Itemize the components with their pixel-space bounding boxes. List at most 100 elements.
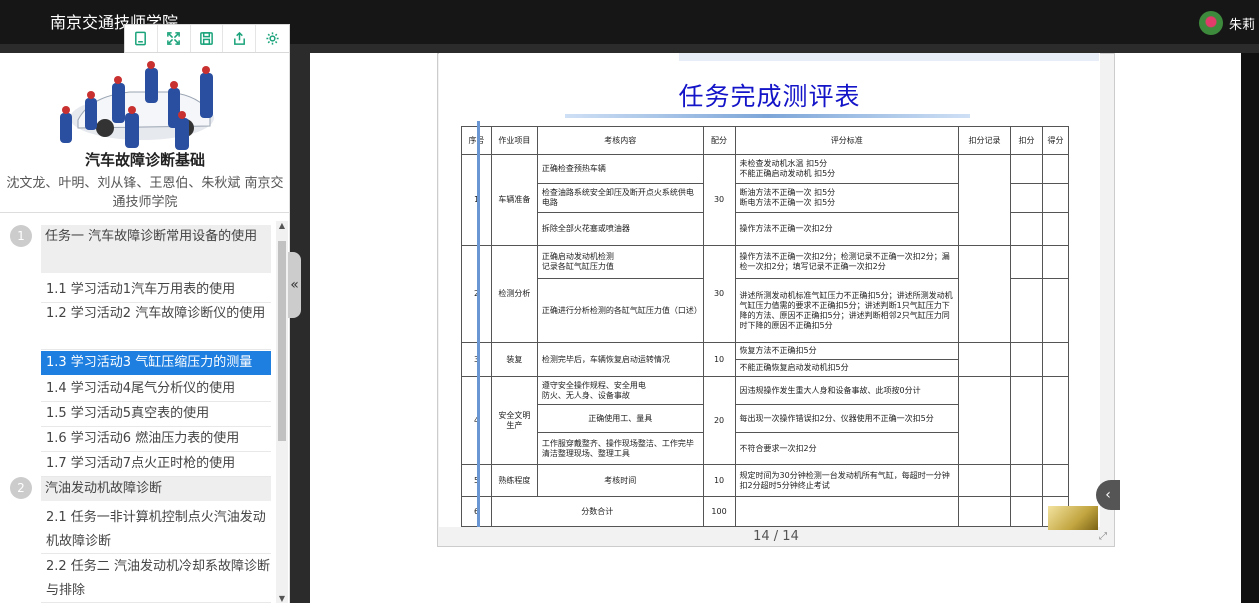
title-underline [565, 114, 970, 118]
next-page-button[interactable]: ‹ [1096, 480, 1120, 510]
table-row: 6 分数合计 100 [461, 496, 1070, 527]
header-cell: 考核内容 [536, 126, 704, 155]
deduction-record-cell [958, 464, 1011, 497]
score-cell [1041, 278, 1070, 343]
row-score: 30 [702, 154, 736, 246]
evaluation-table: 序号 作业项目 考核内容 配分 评分标准 扣分记录 扣分 得分 1 车辆准备 正… [461, 126, 1070, 527]
toc-section-2-2[interactable]: 2.2 任务二 汽油发动机冷却系故障诊断与排除 [41, 555, 271, 603]
row-criteria: 操作方法不正确一次扣2分；检测记录不正确一次扣2分；漏检一次扣2分；填写记录不正… [734, 245, 960, 279]
deduction-cell [1010, 464, 1043, 497]
row-criteria: 讲述所测发动机标准气缸压力不正确扣5分；讲述所测发动机气缸压力值需的要求不正确扣… [734, 278, 960, 343]
row-item: 分数合计 [490, 496, 704, 527]
deduction-record-cell [958, 245, 1011, 343]
row-criteria: 恢复方法不正确扣5分 [734, 342, 960, 360]
deduction-record-cell [958, 376, 1011, 465]
table-of-contents: 1 任务一 汽车故障诊断常用设备的使用 1.1 学习活动1汽车万用表的使用 1.… [0, 221, 290, 603]
slide-title: 任务完成测评表 [678, 82, 861, 111]
deduction-cell [1010, 212, 1043, 246]
toc-chapter-1[interactable]: 任务一 汽车故障诊断常用设备的使用 [41, 225, 271, 273]
deduction-cell [1010, 376, 1043, 465]
row-score: 100 [702, 496, 736, 527]
row-content: 正确检查预热车辆 [536, 154, 704, 184]
row-criteria: 断油方法不正确一次 扣5分 断电方法不正确一次 扣5分 [734, 183, 960, 213]
toc-section-1-5[interactable]: 1.5 学习活动5真空表的使用 [41, 402, 271, 427]
settings-icon[interactable] [256, 25, 289, 52]
header-cell: 评分标准 [734, 126, 960, 155]
row-item: 检测分析 [490, 245, 538, 343]
deduction-cell [1010, 183, 1043, 213]
row-score: 20 [702, 376, 736, 465]
slide-accent-line [477, 121, 480, 527]
table-row: 5 熟练程度 考核时间 10 规定时间为30分钟检测一台发动机所有气缸，每超时一… [461, 464, 1070, 497]
scroll-up-icon[interactable]: ▲ [278, 221, 286, 230]
deduction-cell [1010, 342, 1043, 377]
row-content: 正确使用工、量具 [536, 404, 704, 433]
book-authors: 沈文龙、叶明、刘从锋、王恩伯、朱秋斌 南京交通技师学院 [6, 176, 284, 210]
toc-section-1-1[interactable]: 1.1 学习活动1汽车万用表的使用 [41, 278, 271, 303]
sidebar: 汽车故障诊断基础 沈文龙、叶明、刘从锋、王恩伯、朱秋斌 南京交通技师学院 1 任… [0, 53, 290, 603]
deduction-record-cell [958, 154, 1011, 246]
toc-section-1-6[interactable]: 1.6 学习活动6 燃油压力表的使用 [41, 427, 271, 452]
avatar[interactable] [1198, 11, 1223, 35]
row-criteria: 不能正确恢复启动发动机扣5分 [734, 359, 960, 377]
scroll-down-icon[interactable]: ▼ [278, 594, 286, 603]
toc-section-2-1[interactable]: 2.1 任务一非计算机控制点火汽油发动机故障诊断 [41, 506, 271, 554]
row-content: 检测完毕后，车辆恢复启动运转情况 [536, 342, 704, 377]
score-cell [1041, 342, 1070, 377]
score-cell [1041, 212, 1070, 246]
slide-decoration [679, 53, 1099, 61]
row-content: 考核时间 [536, 464, 704, 497]
scroll-thumb[interactable] [278, 241, 286, 441]
deduction-cell [1010, 278, 1043, 343]
user-name[interactable]: 朱莉 [1229, 14, 1255, 33]
row-criteria: 不符合要求一次扣2分 [734, 432, 960, 465]
table-header-row: 序号 作业项目 考核内容 配分 评分标准 扣分记录 扣分 得分 [461, 126, 1070, 155]
deduction-cell [1010, 496, 1043, 527]
user-info[interactable]: 朱莉 [1198, 11, 1255, 35]
toc-section-1-7[interactable]: 1.7 学习活动7点火正时枪的使用 [41, 452, 271, 477]
header-cell: 作业项目 [490, 126, 538, 155]
chapter-number: 2 [10, 477, 32, 499]
toc-section-1-2[interactable]: 1.2 学习活动2 汽车故障诊断仪的使用 [41, 302, 271, 350]
row-score: 10 [702, 342, 736, 377]
deduction-record-cell [958, 496, 1011, 527]
save-icon[interactable] [191, 25, 224, 52]
expand-icon[interactable]: ⤢ [1099, 531, 1107, 542]
header-cell: 扣分 [1010, 126, 1043, 155]
deduction-cell [1010, 245, 1043, 279]
table-row: 3 装复 检测完毕后，车辆恢复启动运转情况 10 恢复方法不正确扣5分 [461, 342, 1070, 377]
viewer-scroll-edge [1241, 53, 1259, 603]
row-score: 30 [702, 245, 736, 343]
table-row: 4 安全文明生产 遵守安全操作规程、安全用电 防火、无人身、设备事故 20 因违… [461, 376, 1070, 465]
deduction-record-cell [958, 342, 1011, 377]
book-title: 汽车故障诊断基础 [84, 151, 205, 169]
document-icon[interactable] [125, 25, 158, 52]
slide-corner-decoration [1048, 506, 1098, 530]
score-cell [1041, 464, 1070, 497]
row-criteria: 规定时间为30分钟检测一台发动机所有气缸，每超时一分钟扣2分超时5分钟终止考试 [734, 464, 960, 497]
deduction-cell [1010, 154, 1043, 184]
toc-chapter-2[interactable]: 汽油发动机故障诊断 [41, 477, 271, 501]
row-criteria: 每出现一次操作错误扣2分、仪器使用不正确一次扣5分 [734, 404, 960, 433]
score-cell [1041, 245, 1070, 279]
fullscreen-icon[interactable] [158, 25, 191, 52]
row-item: 安全文明生产 [490, 376, 538, 465]
table-row: 2 检测分析 正确启动发动机检测 记录各缸气缸压力值 30 操作方法不正确一次扣… [461, 245, 1070, 343]
table-row: 1 车辆准备 正确检查预热车辆 30 未检查发动机水温 扣5分 不能正确启动发动… [461, 154, 1070, 246]
share-icon[interactable] [223, 25, 257, 52]
toc-section-1-3[interactable]: 1.3 学习活动3 气缸压缩压力的测量 [41, 351, 271, 375]
toc-section-1-4[interactable]: 1.4 学习活动4尾气分析仪的使用 [41, 377, 271, 402]
row-content: 检查油路系统安全卸压及断开点火系统供电电路 [536, 183, 704, 213]
slide-page: 任务完成测评表 序号 作业项目 考核内容 配分 评分标准 扣分记录 扣分 得分 … [439, 53, 1100, 527]
row-content: 拆除全部火花塞或喷油器 [536, 212, 704, 246]
row-criteria: 未检查发动机水温 扣5分 不能正确启动发动机 扣5分 [734, 154, 960, 184]
reader-toolbar [124, 24, 290, 53]
page-indicator: 14 / 14 [753, 529, 799, 544]
toc-scrollbar[interactable]: ▲ ▼ [276, 221, 288, 603]
row-criteria [734, 496, 960, 527]
row-criteria: 因违规操作发生重大人身和设备事故、此项按0分计 [734, 376, 960, 405]
row-criteria: 操作方法不正确一次扣2分 [734, 212, 960, 246]
row-item: 车辆准备 [490, 154, 538, 246]
collapse-sidebar-button[interactable]: « [288, 252, 301, 318]
row-content: 正确启动发动机检测 记录各缸气缸压力值 [536, 245, 704, 279]
